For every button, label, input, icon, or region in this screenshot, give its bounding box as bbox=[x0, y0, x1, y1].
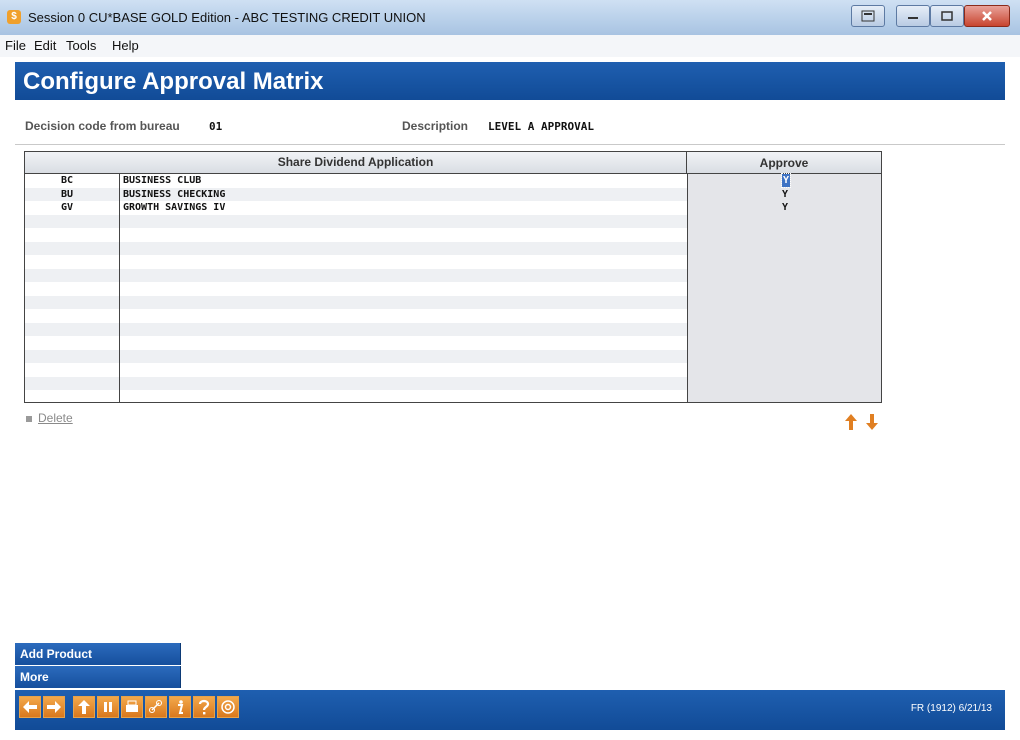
menu-tools[interactable]: Tools bbox=[66, 38, 96, 53]
maximize-icon bbox=[941, 11, 953, 21]
table-row[interactable] bbox=[25, 255, 687, 269]
table-row[interactable] bbox=[25, 309, 687, 323]
column-header-application[interactable]: Share Dividend Application bbox=[25, 152, 687, 173]
decision-code-label: Decision code from bureau bbox=[25, 119, 180, 133]
product-name: BUSINESS CLUB bbox=[123, 175, 202, 186]
table-row[interactable] bbox=[25, 268, 687, 282]
page-header: Configure Approval Matrix bbox=[15, 62, 1005, 100]
approval-matrix-grid: Share Dividend Application Approve BC BUS… bbox=[24, 151, 882, 403]
divider bbox=[15, 144, 1005, 145]
minimize-icon bbox=[908, 17, 918, 19]
decision-code-value: 01 bbox=[209, 120, 223, 133]
menu-edit[interactable]: Edit bbox=[34, 38, 56, 53]
back-arrow-icon[interactable] bbox=[19, 696, 41, 718]
minimize-button[interactable] bbox=[896, 5, 930, 27]
screen-icon bbox=[861, 10, 875, 22]
window-title: Session 0 CU*BASE GOLD Edition - ABC TES… bbox=[28, 10, 426, 25]
table-row[interactable] bbox=[25, 214, 687, 228]
close-icon bbox=[982, 11, 992, 21]
pause-icon[interactable] bbox=[97, 696, 119, 718]
menu-help[interactable]: Help bbox=[112, 38, 139, 53]
menu-file[interactable]: File bbox=[5, 38, 26, 53]
table-row[interactable] bbox=[25, 228, 687, 242]
more-button[interactable]: More bbox=[15, 666, 181, 688]
table-row[interactable] bbox=[25, 241, 687, 255]
email-icon[interactable] bbox=[217, 696, 239, 718]
close-button[interactable] bbox=[964, 5, 1010, 27]
add-product-button[interactable]: Add Product bbox=[15, 643, 181, 665]
page-down-icon[interactable] bbox=[864, 412, 880, 432]
app-logo-icon: $ bbox=[7, 10, 21, 24]
description-label: Description bbox=[402, 119, 469, 133]
link-icon[interactable] bbox=[145, 696, 167, 718]
product-code: BU bbox=[61, 188, 74, 200]
page-up-icon[interactable] bbox=[843, 412, 859, 432]
up-arrow-icon[interactable] bbox=[73, 696, 95, 718]
product-name: BUSINESS CHECKING bbox=[123, 188, 226, 200]
forward-arrow-icon[interactable] bbox=[43, 696, 65, 718]
table-row[interactable] bbox=[25, 390, 687, 402]
table-row[interactable] bbox=[25, 295, 687, 309]
product-name: GROWTH SAVINGS IV bbox=[123, 202, 226, 213]
table-row[interactable] bbox=[25, 336, 687, 350]
page-title: Configure Approval Matrix bbox=[23, 68, 324, 95]
product-code: GV bbox=[61, 202, 74, 213]
info-icon[interactable] bbox=[169, 696, 191, 718]
delete-label: Delete bbox=[38, 411, 73, 425]
approve-flag-input[interactable]: Y bbox=[780, 173, 792, 188]
menu-bar: File Edit Tools Help bbox=[0, 35, 1020, 57]
print-icon[interactable] bbox=[121, 696, 143, 718]
description-value: LEVEL A APPROVAL bbox=[488, 120, 594, 133]
product-code: BC bbox=[61, 175, 74, 186]
screen-options-button[interactable] bbox=[851, 5, 885, 27]
approve-flag-input[interactable]: Y bbox=[782, 201, 788, 214]
delete-option[interactable]: Delete bbox=[26, 411, 73, 425]
table-row[interactable] bbox=[25, 322, 687, 336]
table-row[interactable] bbox=[25, 363, 687, 377]
bullet-icon bbox=[26, 415, 32, 422]
status-footer: FR (1912) 6/21/13 bbox=[910, 703, 992, 714]
table-row[interactable] bbox=[25, 376, 687, 390]
table-row[interactable]: BC BUSINESS CLUB bbox=[25, 174, 687, 188]
approve-flag-input[interactable]: Y bbox=[782, 188, 788, 201]
column-header-approve[interactable]: Approve bbox=[687, 152, 881, 173]
table-row[interactable] bbox=[25, 349, 687, 363]
window-titlebar: $ Session 0 CU*BASE GOLD Edition - ABC T… bbox=[0, 0, 1020, 36]
column-divider bbox=[119, 174, 120, 402]
grid-header: Share Dividend Application Approve bbox=[25, 152, 881, 174]
table-row[interactable] bbox=[25, 282, 687, 296]
footer-toolbar: FR (1912) 6/21/13 bbox=[15, 690, 1005, 730]
table-row[interactable]: GV GROWTH SAVINGS IV bbox=[25, 201, 687, 215]
help-icon[interactable] bbox=[193, 696, 215, 718]
table-row[interactable]: BU BUSINESS CHECKING bbox=[25, 187, 687, 201]
maximize-button[interactable] bbox=[930, 5, 964, 27]
